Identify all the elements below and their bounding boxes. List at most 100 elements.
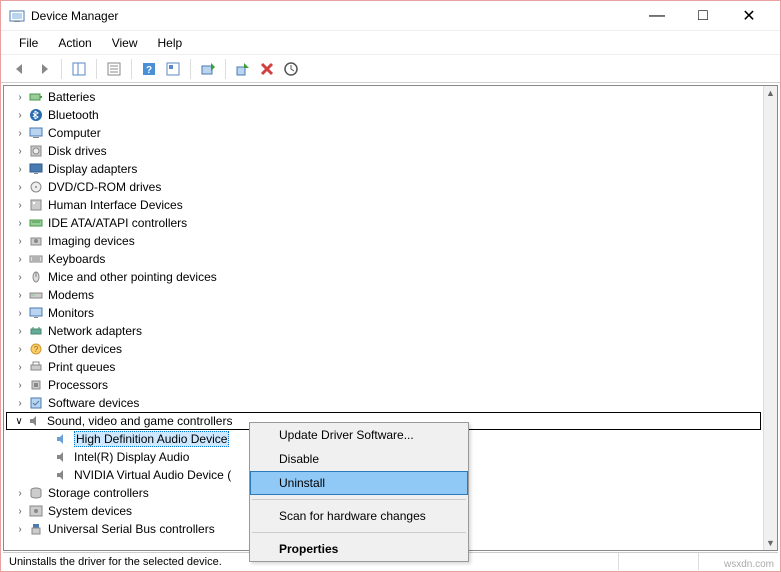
tree-item[interactable]: › Disk drives <box>6 142 761 160</box>
collapse-icon[interactable]: ∨ <box>11 416 27 427</box>
tree-item[interactable]: ›Batteries <box>6 88 761 106</box>
context-menu: Update Driver Software... Disable Uninst… <box>249 422 469 562</box>
action-button[interactable] <box>162 58 184 80</box>
bluetooth-icon <box>28 107 44 123</box>
tree-item[interactable]: ›IDE ATA/ATAPI controllers <box>6 214 761 232</box>
cm-properties[interactable]: Properties <box>250 537 468 561</box>
expand-icon[interactable]: › <box>12 146 28 157</box>
expand-icon[interactable]: › <box>12 308 28 319</box>
tree-item-label: Storage controllers <box>48 486 149 500</box>
sound-icon <box>27 413 43 429</box>
menu-separator <box>252 499 466 500</box>
tree-item[interactable]: › Mice and other pointing devices <box>6 268 761 286</box>
expand-icon[interactable]: › <box>12 272 28 283</box>
tree-item[interactable]: ›Processors <box>6 376 761 394</box>
tree-item-label: Bluetooth <box>48 108 99 122</box>
expand-icon[interactable]: › <box>12 290 28 301</box>
scroll-down-icon[interactable]: ▼ <box>764 536 777 550</box>
uninstall-button[interactable] <box>256 58 278 80</box>
expand-icon[interactable]: › <box>12 218 28 229</box>
software-icon <box>28 395 44 411</box>
menu-action[interactable]: Action <box>48 34 101 52</box>
cpu-icon <box>28 377 44 393</box>
menu-file[interactable]: File <box>9 34 48 52</box>
tree-item-label: Intel(R) Display Audio <box>74 450 189 464</box>
tree-item-label: Monitors <box>48 306 94 320</box>
expand-icon[interactable]: › <box>12 164 28 175</box>
expand-icon[interactable]: › <box>12 506 28 517</box>
tree-item-label: Other devices <box>48 342 122 356</box>
minimize-button[interactable]: — <box>634 1 680 31</box>
expand-icon[interactable]: › <box>12 254 28 265</box>
system-icon <box>28 503 44 519</box>
expand-icon[interactable]: › <box>12 344 28 355</box>
cm-scan-hardware[interactable]: Scan for hardware changes <box>250 504 468 528</box>
back-button[interactable] <box>9 58 31 80</box>
tree-item-label: NVIDIA Virtual Audio Device ( <box>74 468 231 482</box>
tree-item[interactable]: › Monitors <box>6 304 761 322</box>
tree-item-label: High Definition Audio Device <box>74 431 229 447</box>
disc-icon <box>28 179 44 195</box>
show-hide-tree-button[interactable] <box>68 58 90 80</box>
tree-item[interactable]: ›Modems <box>6 286 761 304</box>
help-button[interactable]: ? <box>138 58 160 80</box>
expand-icon[interactable]: › <box>12 380 28 391</box>
toolbar: ? <box>1 55 780 83</box>
tree-item[interactable]: › Software devices <box>6 394 761 412</box>
tree-item[interactable]: ›? Other devices <box>6 340 761 358</box>
cm-disable[interactable]: Disable <box>250 447 468 471</box>
vertical-scrollbar[interactable]: ▲ ▼ <box>763 86 777 550</box>
forward-button[interactable] <box>33 58 55 80</box>
scroll-up-icon[interactable]: ▲ <box>764 86 777 100</box>
cm-update-driver[interactable]: Update Driver Software... <box>250 423 468 447</box>
cm-uninstall[interactable]: Uninstall <box>250 471 468 495</box>
enable-button[interactable] <box>232 58 254 80</box>
network-icon <box>28 323 44 339</box>
menu-help[interactable]: Help <box>148 34 193 52</box>
usb-icon <box>28 521 44 537</box>
close-button[interactable]: ✕ <box>726 1 772 31</box>
expand-icon[interactable]: › <box>12 326 28 337</box>
expand-icon[interactable]: › <box>12 92 28 103</box>
properties-button[interactable] <box>103 58 125 80</box>
expand-icon[interactable]: › <box>12 398 28 409</box>
tree-item-label: Disk drives <box>48 144 107 158</box>
tree-item[interactable]: › Keyboards <box>6 250 761 268</box>
menu-bar: File Action View Help <box>1 31 780 55</box>
tree-item[interactable]: › Network adapters <box>6 322 761 340</box>
tree-item-label: Print queues <box>48 360 115 374</box>
title-bar: Device Manager — □ ✕ <box>1 1 780 31</box>
tree-item-label: Display adapters <box>48 162 137 176</box>
maximize-button[interactable]: □ <box>680 1 726 31</box>
expand-icon[interactable]: › <box>12 362 28 373</box>
tree-item-label: Keyboards <box>48 252 105 266</box>
scan-hardware-button[interactable] <box>280 58 302 80</box>
tree-item[interactable]: › Display adapters <box>6 160 761 178</box>
tree-item-label: DVD/CD-ROM drives <box>48 180 161 194</box>
storage-icon <box>28 485 44 501</box>
expand-icon[interactable]: › <box>12 200 28 211</box>
expand-icon[interactable]: › <box>12 110 28 121</box>
expand-icon[interactable]: › <box>12 128 28 139</box>
expand-icon[interactable]: › <box>12 236 28 247</box>
tree-item[interactable]: ›Human Interface Devices <box>6 196 761 214</box>
tree-item[interactable]: › Bluetooth <box>6 106 761 124</box>
tree-item-label: Network adapters <box>48 324 142 338</box>
printer-icon <box>28 359 44 375</box>
battery-icon <box>28 89 44 105</box>
tree-item[interactable]: › Computer <box>6 124 761 142</box>
disk-icon <box>28 143 44 159</box>
tree-item-label: Software devices <box>48 396 139 410</box>
tree-item-label: Computer <box>48 126 101 140</box>
update-driver-button[interactable] <box>197 58 219 80</box>
tree-item[interactable]: ›Imaging devices <box>6 232 761 250</box>
expand-icon[interactable]: › <box>12 488 28 499</box>
menu-view[interactable]: View <box>102 34 148 52</box>
other-icon: ? <box>28 341 44 357</box>
svg-text:?: ? <box>34 345 39 354</box>
tree-item[interactable]: › DVD/CD-ROM drives <box>6 178 761 196</box>
tree-item[interactable]: › Print queues <box>6 358 761 376</box>
tree-item-label: Mice and other pointing devices <box>48 270 217 284</box>
expand-icon[interactable]: › <box>12 524 28 535</box>
expand-icon[interactable]: › <box>12 182 28 193</box>
